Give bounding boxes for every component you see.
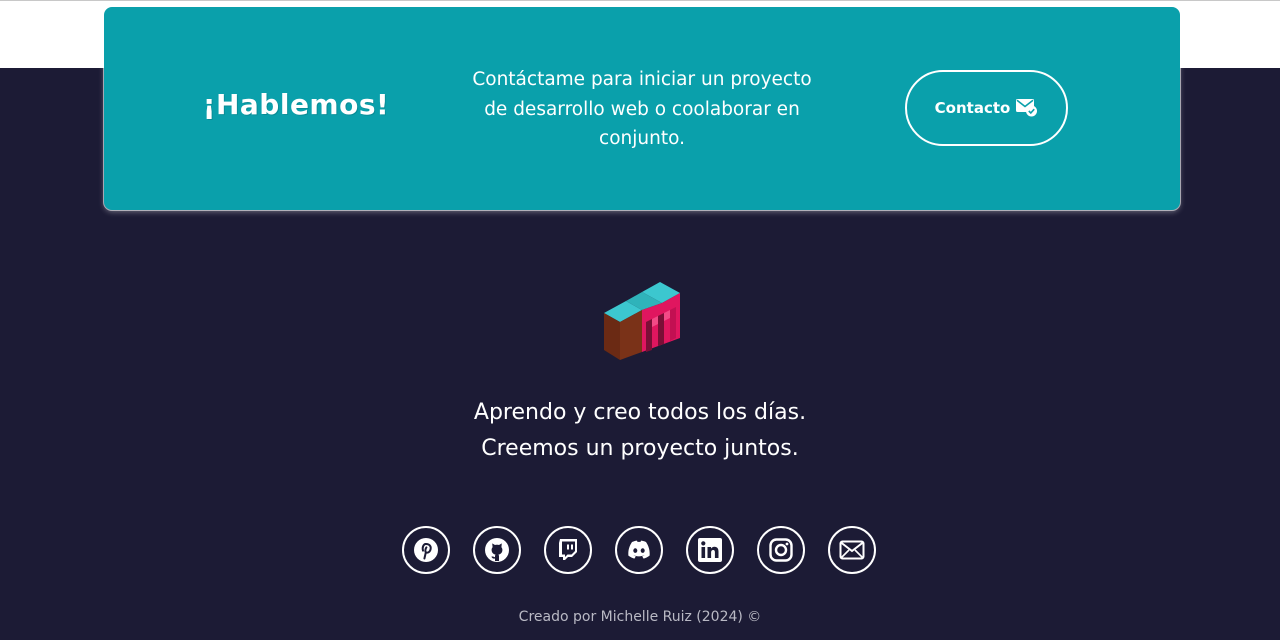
twitch-icon	[556, 537, 580, 563]
contact-button[interactable]: Contacto	[905, 70, 1068, 146]
email-link[interactable]	[828, 526, 876, 574]
discord-link[interactable]	[615, 526, 663, 574]
cta-title: ¡Hablemos!	[202, 88, 390, 121]
tagline-line-1: Aprendo y creo todos los días.	[473, 400, 807, 425]
linkedin-link[interactable]	[686, 526, 734, 574]
brand-logo	[602, 280, 682, 364]
cta-description: Contáctame para iniciar un proyecto de d…	[472, 69, 812, 149]
footer-credit: Creado por Michelle Ruiz (2024) ©	[518, 609, 762, 625]
pinterest-link[interactable]	[402, 526, 450, 574]
contact-button-label: Contacto	[934, 99, 1011, 117]
envelope-icon	[839, 540, 865, 560]
pinterest-icon	[413, 537, 439, 563]
github-icon	[484, 537, 510, 563]
instagram-icon	[769, 538, 793, 562]
github-link[interactable]	[473, 526, 521, 574]
tagline-line-2: Creemos un proyecto juntos.	[481, 436, 799, 461]
discord-icon	[625, 539, 653, 561]
tagline: Aprendo y creo todos los días. Creemos u…	[340, 395, 940, 467]
social-links	[402, 526, 882, 578]
mail-check-icon	[1016, 99, 1038, 117]
twitch-link[interactable]	[544, 526, 592, 574]
instagram-link[interactable]	[757, 526, 805, 574]
linkedin-icon	[698, 538, 722, 562]
